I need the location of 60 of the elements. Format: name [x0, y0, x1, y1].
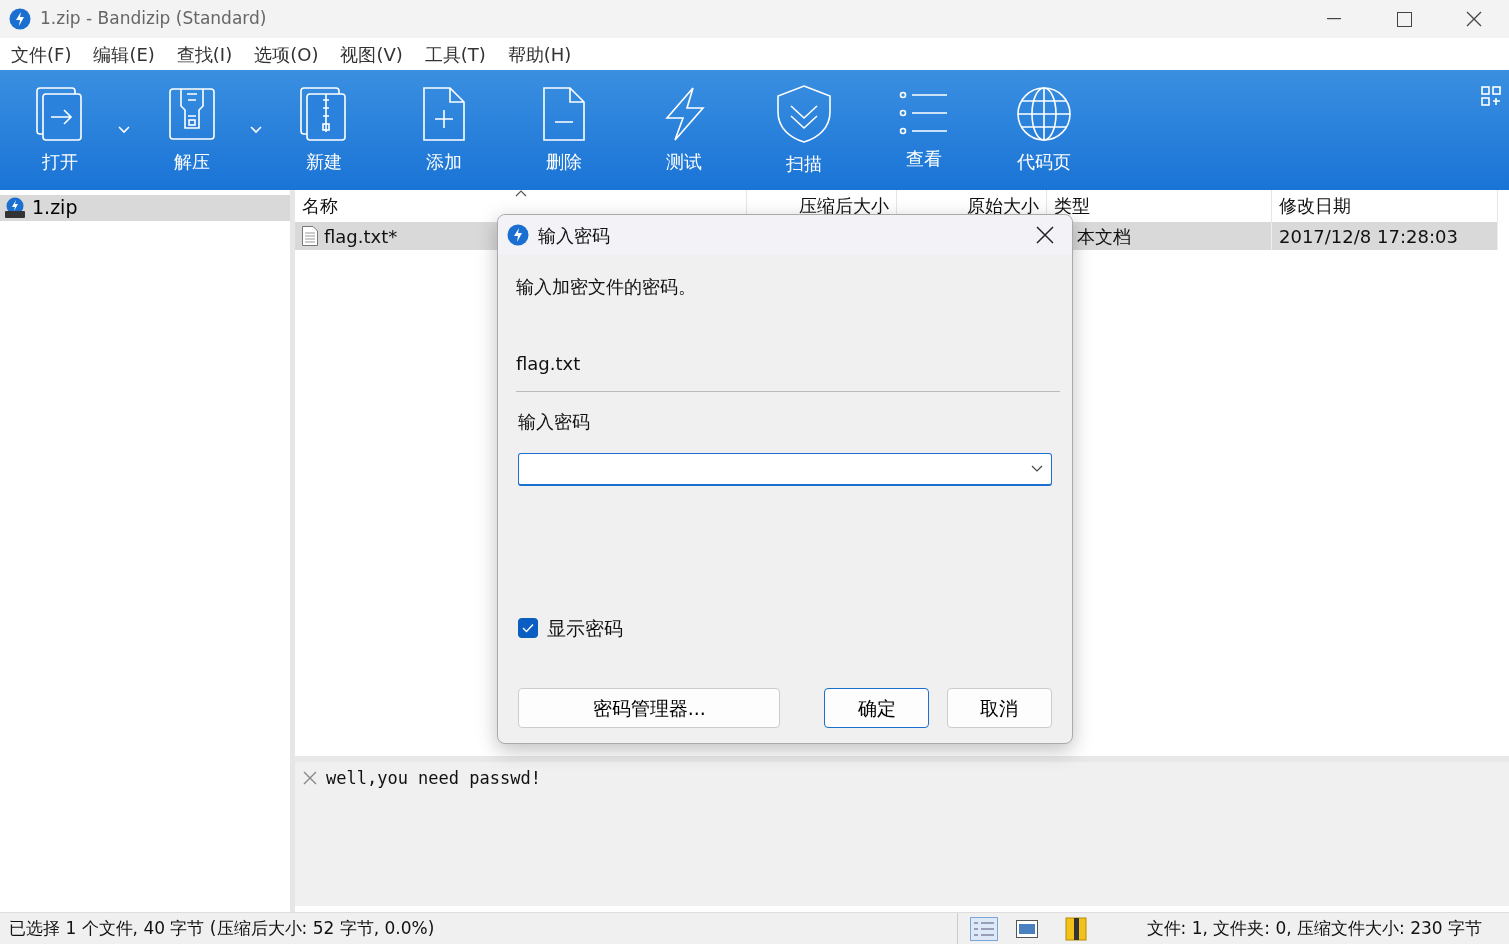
dropdown-caret-icon: [1031, 465, 1043, 473]
close-icon[interactable]: [1036, 226, 1054, 244]
app-logo-icon: [9, 8, 31, 30]
zip-archive-icon: [4, 196, 26, 219]
menu-item[interactable]: 查找(I): [165, 40, 244, 68]
preview-view-icon[interactable]: [1015, 919, 1038, 938]
password-field[interactable]: [518, 453, 1052, 486]
zipper-icon: [167, 85, 217, 142]
open-file-icon: [35, 85, 85, 142]
toolbar-button[interactable]: 解压: [132, 70, 252, 190]
new-archive-icon: [299, 85, 349, 142]
dialog-logo-icon: [507, 224, 529, 246]
field-label: 输入密码: [518, 411, 590, 432]
dropdown-caret-icon[interactable]: [248, 125, 264, 135]
toolbar-button[interactable]: 删除: [504, 70, 624, 190]
log-message: well,you need passwd!: [326, 767, 541, 790]
dialog-button[interactable]: 取消: [946, 688, 1052, 728]
minimize-icon: [1327, 18, 1341, 20]
menu-item[interactable]: 编辑(E): [82, 40, 166, 68]
maximize-icon: [1396, 11, 1412, 27]
menu-item[interactable]: 选项(O): [243, 40, 330, 68]
status-text: 已选择 1 个文件, 40 字节 (压缩后大小: 52 字节, 0.0%): [9, 916, 436, 940]
archive-book-icon[interactable]: [1064, 916, 1087, 941]
dialog-button[interactable]: 密码管理器...: [518, 688, 781, 728]
checkbox-label: 显示密码: [547, 616, 623, 641]
column-header[interactable]: 压缩后大小: [799, 195, 889, 216]
window-title: 1.zip - Bandizip (Standard): [40, 7, 267, 31]
toolbar-button[interactable]: 打开: [0, 70, 120, 190]
toolbar-button[interactable]: 添加: [384, 70, 504, 190]
close-icon: [1466, 11, 1482, 27]
toolbar-button[interactable]: 扫描: [744, 70, 864, 190]
column-header[interactable]: 修改日期: [1279, 195, 1351, 216]
column-header[interactable]: 名称: [302, 195, 338, 216]
dialog-message: 输入加密文件的密码。: [516, 275, 697, 299]
dialog-button[interactable]: 确定: [824, 688, 929, 728]
column-header[interactable]: 原始大小: [967, 195, 1039, 216]
table-cell-text: flag.txt*: [324, 224, 398, 249]
show-password-checkbox[interactable]: [518, 618, 538, 639]
menu-item[interactable]: 帮助(H): [496, 40, 583, 68]
tree-item[interactable]: 1.zip: [0, 194, 290, 221]
toolbar-button[interactable]: 新建: [264, 70, 384, 190]
dialog-title: 输入密码: [538, 223, 611, 248]
toolbar-button[interactable]: 测试: [624, 70, 744, 190]
toolbar-button[interactable]: 代码页: [984, 70, 1104, 190]
text-file-icon: [302, 226, 318, 246]
checkmark-icon: [522, 623, 534, 634]
details-view-icon[interactable]: [969, 916, 998, 941]
status-summary: 文件: 1, 文件夹: 0, 压缩文件大小: 230 字节: [1146, 916, 1482, 940]
menu-item[interactable]: 文件(F): [0, 40, 83, 68]
dropdown-caret-icon[interactable]: [116, 125, 132, 135]
menu-item[interactable]: 视图(V): [329, 40, 414, 68]
globe-icon: [1016, 85, 1072, 142]
menu-item[interactable]: 工具(T): [413, 40, 497, 68]
table-cell-text: 2017/12/8 17:28:03: [1279, 224, 1458, 249]
column-header[interactable]: 类型: [1054, 195, 1090, 216]
layout-grid-icon[interactable]: [1481, 86, 1501, 106]
toolbar-button[interactable]: 查看: [864, 70, 984, 190]
file-name: flag.txt: [516, 353, 581, 374]
shield-icon: [774, 83, 834, 144]
table-cell-text: 本文档: [1077, 224, 1131, 249]
